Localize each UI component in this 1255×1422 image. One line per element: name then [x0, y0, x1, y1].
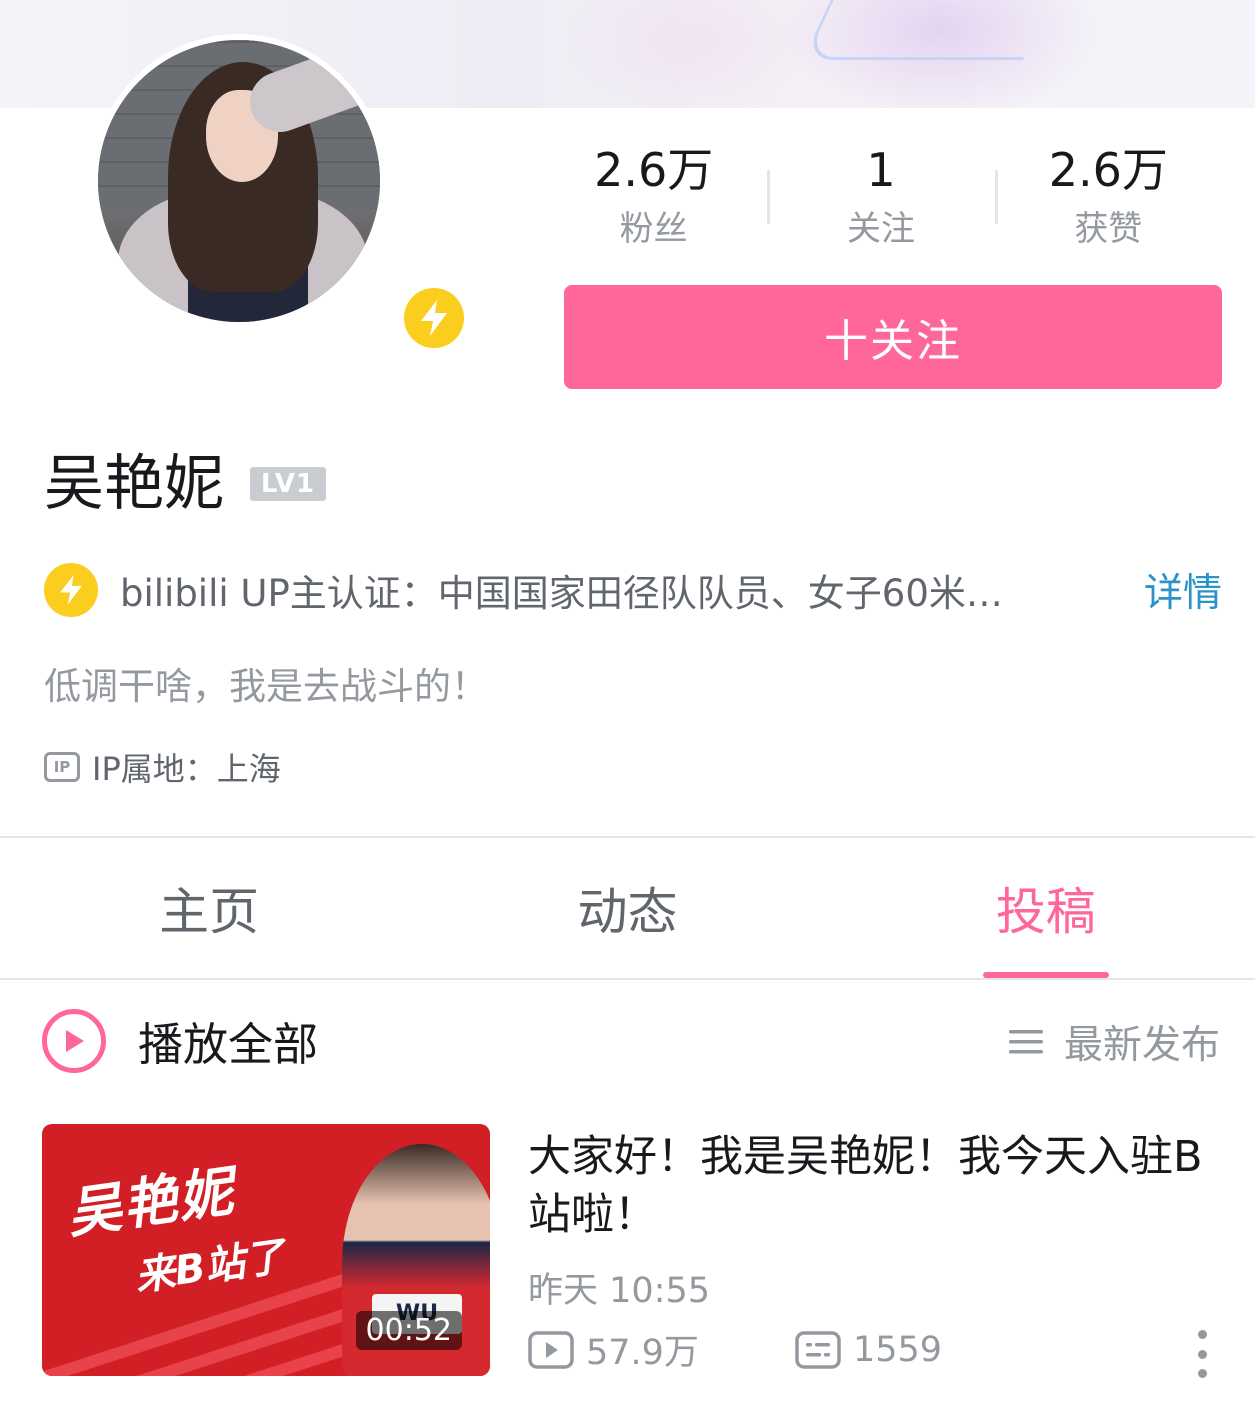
video-publish-time: 昨天 10:55	[528, 1271, 710, 1311]
video-title[interactable]: 大家好！我是吴艳妮！我今天入驻B站啦！	[528, 1128, 1218, 1244]
play-circle-icon	[42, 1008, 106, 1073]
play-all-label: 播放全部	[138, 1018, 319, 1071]
user-signature: 低调干啥，我是去战斗的！	[44, 665, 488, 708]
danmaku-icon	[795, 1330, 841, 1369]
verified-icon	[44, 563, 98, 617]
video-duration: 00:52	[355, 1311, 462, 1350]
stat-value: 2.6万	[1048, 143, 1168, 197]
list-sort-icon	[1008, 1030, 1043, 1054]
stat-label: 粉丝	[619, 209, 688, 249]
ip-location-row: IP IP属地：上海	[44, 744, 281, 790]
verified-badge	[398, 282, 470, 354]
danmaku-count: 1559	[795, 1330, 942, 1370]
play-count-value: 57.9万	[586, 1333, 699, 1373]
play-count-icon	[528, 1330, 574, 1369]
verification-detail-link[interactable]: 详情	[1144, 562, 1222, 618]
stat-following[interactable]: 1 关注	[767, 140, 994, 260]
tab-dynamics[interactable]: 动态	[418, 838, 836, 978]
verification-row: bilibili UP主认证：中国国家田径队队员、女子60米… 详情	[44, 562, 1222, 618]
lightning-icon	[421, 300, 447, 336]
stat-divider	[995, 170, 998, 224]
video-stats: 57.9万 1559	[528, 1324, 942, 1375]
avatar-image	[98, 40, 380, 322]
ip-icon: IP	[44, 752, 80, 782]
play-count: 57.9万	[528, 1324, 699, 1375]
danmaku-count-value: 1559	[852, 1329, 943, 1370]
video-thumbnail[interactable]: WU 吴艳妮 来B站了 00:52	[42, 1124, 490, 1376]
play-all-button[interactable]: 播放全部	[42, 1008, 318, 1073]
tab-home[interactable]: 主页	[0, 838, 418, 978]
sort-label: 最新发布	[1063, 1023, 1220, 1068]
stat-value: 1	[866, 143, 896, 197]
ip-location-text: IP属地：上海	[92, 750, 281, 788]
verification-text: bilibili UP主认证：中国国家田径队队员、女子60米…	[120, 572, 1003, 615]
stat-divider	[767, 170, 770, 224]
follow-button[interactable]: 十关注	[564, 285, 1222, 389]
level-badge: LV1	[250, 467, 326, 501]
profile-tabs: 主页 动态 投稿	[0, 838, 1255, 978]
avatar[interactable]	[92, 34, 470, 354]
video-list-item[interactable]: WU 吴艳妮 来B站了 00:52 大家好！我是吴艳妮！我今天入驻B站啦！ 昨天…	[42, 1124, 1222, 1378]
sort-selector[interactable]: 最新发布	[1008, 1014, 1220, 1070]
tab-label: 主页	[159, 883, 260, 941]
stat-fans[interactable]: 2.6万 粉丝	[540, 140, 767, 260]
user-name: 吴艳妮	[44, 449, 224, 519]
stat-label: 获赞	[1074, 209, 1143, 249]
lightning-icon	[60, 575, 82, 605]
profile-stats: 2.6万 粉丝 1 关注 2.6万 获赞	[540, 140, 1222, 260]
stat-likes[interactable]: 2.6万 获赞	[995, 140, 1222, 260]
tabs-divider	[0, 978, 1255, 980]
tab-uploads[interactable]: 投稿	[837, 838, 1255, 978]
stat-label: 关注	[846, 209, 915, 249]
more-options-icon[interactable]	[1190, 1330, 1214, 1378]
tab-label: 动态	[577, 883, 678, 941]
name-row: 吴艳妮 LV1	[44, 446, 326, 522]
tab-label: 投稿	[995, 883, 1096, 941]
stat-value: 2.6万	[594, 143, 714, 197]
